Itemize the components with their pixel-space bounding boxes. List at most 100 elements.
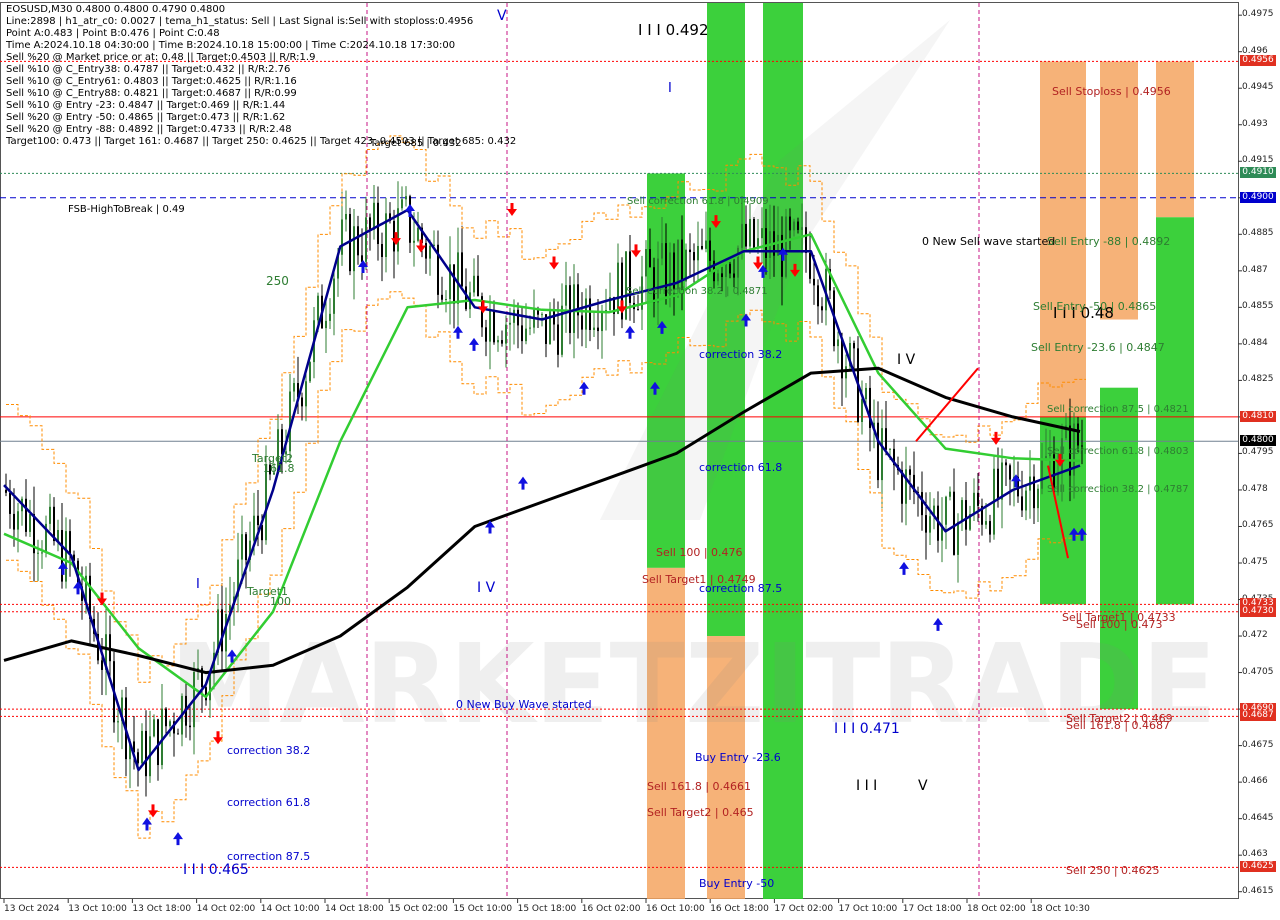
candle-body xyxy=(409,196,411,243)
info-line: Sell %10 @ C_Entry61: 0.4803 || Target:0… xyxy=(6,76,297,87)
candle-body xyxy=(1025,490,1027,511)
annotation-label: Sell Entry -23.6 | 0.4847 xyxy=(1031,341,1165,354)
candle-body xyxy=(945,496,947,525)
candle-body xyxy=(761,228,763,239)
candle-body xyxy=(253,515,255,541)
candle-body xyxy=(317,295,319,321)
candle-body xyxy=(37,552,39,554)
y-tick-label: 0.4885 xyxy=(1242,228,1274,239)
y-tick-label: 0.478 xyxy=(1242,483,1268,494)
candle-body xyxy=(377,202,379,245)
candle-body xyxy=(1005,462,1007,466)
annotation-label: Sell Target1 | 0.4749 xyxy=(642,573,756,586)
candle-body xyxy=(645,249,647,277)
candle-body xyxy=(597,327,599,332)
annotation-label: correction 38.2 xyxy=(227,744,311,757)
candle-body xyxy=(525,328,527,342)
candle-body xyxy=(569,285,571,333)
candle-body xyxy=(445,298,447,300)
candle-body xyxy=(473,275,475,293)
annotation-label: Sell 100 | 0.476 xyxy=(656,546,743,559)
candle-body xyxy=(501,340,503,344)
candle-body xyxy=(457,252,459,304)
candle-body xyxy=(189,725,191,728)
y-tick-label: 0.4945 xyxy=(1242,82,1274,93)
x-tick-label: 13 Oct 2024 xyxy=(4,904,60,914)
candle-body xyxy=(809,252,811,279)
annotation-label: Sell correction 38.2 | 0.4871 xyxy=(626,286,768,297)
price-marker: 0.4810 xyxy=(1240,410,1276,422)
x-tick-label: 18 Oct 10:30 xyxy=(1031,904,1090,914)
annotation-label: 0 New Sell wave started xyxy=(922,235,1056,248)
candle-body xyxy=(489,310,491,342)
annotation-label: I xyxy=(196,577,200,592)
candle-body xyxy=(725,263,727,278)
annotation-label: Sell Entry -50 | 0.4865 xyxy=(1033,300,1157,313)
info-line: Line:2898 | h1_atr_c0: 0.0027 | tema_h1_… xyxy=(6,16,474,27)
candle-body xyxy=(789,216,791,231)
x-tick-label: 15 Oct 02:00 xyxy=(389,904,448,914)
annotation-label: Sell correction 38.2 | 0.4787 xyxy=(1047,484,1189,495)
y-tick-label: 0.493 xyxy=(1242,118,1268,129)
candle-body xyxy=(649,249,651,268)
candle-body xyxy=(169,721,171,727)
candle-body xyxy=(777,234,779,256)
candle-body xyxy=(909,469,911,475)
info-line: Sell %10 @ C_Entry38: 0.4787 || Target:0… xyxy=(6,64,291,75)
info-line: Sell %20 @ Market price or at: 0.48 || T… xyxy=(6,52,316,63)
candle-body xyxy=(745,223,747,247)
candle-body xyxy=(137,752,139,764)
price-marker: 0.4956 xyxy=(1240,55,1276,67)
candle-body xyxy=(465,286,467,310)
candle-body xyxy=(41,552,43,554)
candle-body xyxy=(9,492,11,514)
candle-body xyxy=(165,708,167,727)
price-marker: 0.4687 xyxy=(1240,710,1276,722)
annotation-label: correction 61.8 xyxy=(699,461,783,474)
candle-body xyxy=(989,521,991,535)
x-tick-label: 13 Oct 10:00 xyxy=(68,904,127,914)
candle-body xyxy=(1021,496,1023,511)
green-zone xyxy=(763,3,803,899)
candle-body xyxy=(797,221,799,230)
candle-body xyxy=(717,273,719,282)
info-line: Sell %20 @ Entry -88: 0.4892 || Target:0… xyxy=(6,124,292,135)
candle-body xyxy=(1001,462,1003,500)
candle-body xyxy=(205,687,207,701)
candle-body xyxy=(701,245,703,249)
y-tick-label: 0.484 xyxy=(1242,337,1268,348)
annotation-label: Buy Entry -23.6 xyxy=(695,751,781,764)
candle-body xyxy=(765,228,767,258)
candle-body xyxy=(729,263,731,274)
candle-body xyxy=(477,275,479,297)
candle-body xyxy=(565,285,567,306)
candle-body xyxy=(953,491,955,555)
x-tick-label: 17 Oct 10:00 xyxy=(838,904,898,914)
annotation-label: I V xyxy=(897,352,916,368)
candle-body xyxy=(793,221,795,231)
y-tick-label: 0.496 xyxy=(1242,45,1268,56)
candle-body xyxy=(373,202,375,230)
candle-body xyxy=(441,294,443,300)
candle xyxy=(309,361,311,384)
candle-body xyxy=(141,730,143,764)
candle-body xyxy=(661,243,663,259)
annotation-label: Sell 161.8 | 0.4661 xyxy=(647,780,752,793)
candle-body xyxy=(17,511,19,530)
info-line: Sell %10 @ Entry -23: 0.4847 || Target:0… xyxy=(6,100,286,111)
candle-body xyxy=(329,313,331,321)
x-tick-label: 16 Oct 18:00 xyxy=(710,904,769,914)
candle-body xyxy=(949,491,951,497)
candle-body xyxy=(801,227,803,230)
candle-body xyxy=(429,245,431,259)
candle-body xyxy=(841,339,843,379)
candle-body xyxy=(29,514,31,532)
candle-body xyxy=(1037,488,1039,509)
candle-body xyxy=(741,223,743,248)
candle-body xyxy=(749,218,751,247)
candle-body xyxy=(845,366,847,379)
candle-body xyxy=(25,498,27,532)
annotation-label: I xyxy=(668,81,672,96)
candle-body xyxy=(581,315,583,330)
y-tick-label: 0.4765 xyxy=(1242,520,1274,531)
